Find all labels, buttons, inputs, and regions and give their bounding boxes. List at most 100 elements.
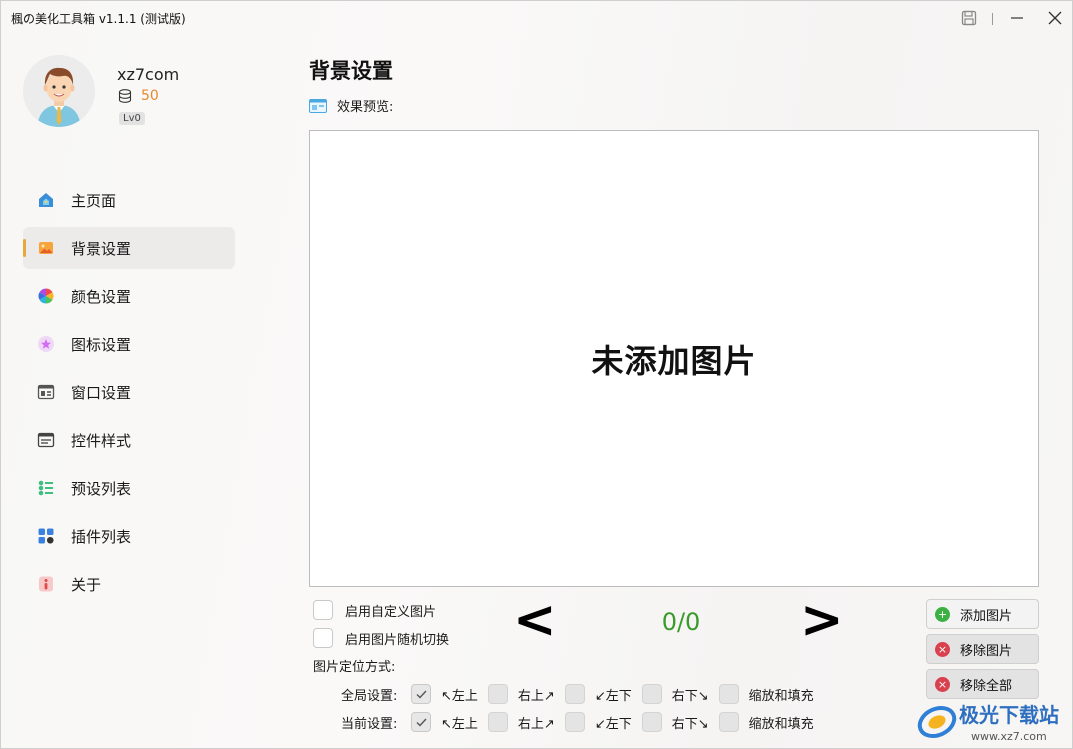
image-counter: 0/0 [661, 608, 701, 636]
plugins-icon [37, 527, 55, 545]
current-top-left-label: ↖左上 [441, 716, 478, 732]
controls-icon [37, 431, 55, 449]
window-title: 楓の美化工具箱 v1.1.1 (测试版) [11, 12, 186, 26]
global-position-row: 全局设置: ↖左上 右上↗ ↙左下 右下↘ 缩放和填充 [341, 684, 824, 704]
sidebar-item-presets[interactable]: 预设列表 [23, 467, 235, 509]
plus-circle-icon: + [935, 606, 950, 622]
sidebar-item-controls[interactable]: 控件样式 [23, 419, 235, 461]
sidebar-item-label: 控件样式 [71, 431, 132, 450]
window-icon [37, 383, 55, 401]
prev-image-button[interactable]: < [513, 594, 557, 646]
sidebar-item-plugins[interactable]: 插件列表 [23, 515, 235, 557]
coin-value: 50 [141, 88, 159, 104]
x-circle-icon: × [935, 676, 950, 692]
save-button[interactable] [949, 1, 989, 35]
current-bottom-left-checkbox[interactable] [564, 712, 585, 732]
watermark-logo: 极光下载站 www.xz7.com [913, 696, 1072, 748]
page-title: 背景设置 [309, 59, 393, 83]
sidebar-item-label: 窗口设置 [71, 383, 132, 402]
sidebar-item-label: 插件列表 [71, 527, 132, 546]
current-bottom-right-label: 右下↘ [671, 716, 709, 732]
title-bar: 楓の美化工具箱 v1.1.1 (测试版) [1, 1, 1072, 35]
coin-stack-icon [118, 89, 132, 103]
preview-label: 效果预览: [309, 96, 393, 115]
remove-image-label: 移除图片 [960, 643, 1013, 659]
sidebar-item-colors[interactable]: 颜色设置 [23, 275, 235, 317]
minimize-button[interactable] [997, 1, 1037, 35]
sidebar-item-about[interactable]: 关于 [23, 563, 235, 605]
x-circle-icon: × [935, 641, 950, 657]
global-fill-checkbox[interactable] [718, 684, 739, 704]
global-bottom-right-checkbox[interactable] [641, 684, 662, 704]
global-top-left-option[interactable]: ↖左上 [411, 684, 478, 704]
current-top-right-label: 右上↗ [517, 716, 555, 732]
sidebar-item-icons[interactable]: 图标设置 [23, 323, 235, 365]
global-top-left-checkbox[interactable] [411, 684, 431, 704]
image-icon [37, 239, 55, 257]
coin-balance: 50 [117, 88, 159, 104]
preview-window-icon [309, 98, 327, 113]
current-top-right-checkbox[interactable] [487, 712, 508, 732]
sidebar-item-label: 关于 [71, 575, 102, 594]
current-top-right-option[interactable]: 右上↗ [487, 712, 555, 732]
current-top-left-checkbox[interactable] [411, 712, 431, 732]
current-position-label: 当前设置: [341, 716, 398, 732]
home-icon [37, 191, 55, 209]
enable-custom-image-checkbox[interactable] [313, 600, 333, 620]
enable-custom-image-option[interactable]: 启用自定义图片 [313, 600, 436, 620]
remove-all-label: 移除全部 [960, 678, 1013, 694]
preview-label-text: 效果预览: [337, 100, 394, 115]
sidebar-item-window[interactable]: 窗口设置 [23, 371, 235, 413]
global-top-right-option[interactable]: 右上↗ [487, 684, 555, 704]
close-button[interactable] [1035, 1, 1072, 35]
sidebar-item-home[interactable]: 主页面 [23, 179, 235, 221]
global-bottom-left-label: ↙左下 [594, 688, 632, 704]
current-bottom-left-option[interactable]: ↙左下 [564, 712, 632, 732]
sidebar-item-background[interactable]: 背景设置 [23, 227, 235, 269]
global-bottom-left-option[interactable]: ↙左下 [564, 684, 632, 704]
remove-image-button[interactable]: × 移除图片 [926, 634, 1039, 664]
global-top-right-label: 右上↗ [517, 688, 555, 704]
current-fill-checkbox[interactable] [718, 712, 739, 732]
next-image-button[interactable]: > [800, 594, 844, 646]
sidebar-item-label: 预设列表 [71, 479, 132, 498]
star-icon [37, 335, 55, 353]
global-top-left-label: ↖左上 [441, 688, 478, 704]
enable-random-switch-option[interactable]: 启用图片随机切换 [313, 628, 449, 648]
checkmark-icon [416, 690, 427, 699]
sidebar-item-label: 背景设置 [71, 239, 132, 258]
global-top-right-checkbox[interactable] [487, 684, 508, 704]
level-badge: Lv0 [119, 112, 145, 125]
global-fill-option[interactable]: 缩放和填充 [718, 684, 814, 704]
current-bottom-right-option[interactable]: 右下↘ [641, 712, 709, 732]
save-icon [961, 10, 977, 26]
current-bottom-right-checkbox[interactable] [641, 712, 662, 732]
sidebar-item-label: 颜色设置 [71, 287, 132, 306]
add-image-label: 添加图片 [960, 608, 1013, 624]
add-image-button[interactable]: + 添加图片 [926, 599, 1039, 629]
watermark-text: 极光下载站 [959, 703, 1059, 727]
enable-random-switch-checkbox[interactable] [313, 628, 333, 648]
global-bottom-right-label: 右下↘ [671, 688, 709, 704]
global-bottom-left-checkbox[interactable] [564, 684, 585, 704]
watermark-url: www.xz7.com [971, 730, 1047, 743]
username: xz7com [117, 65, 180, 84]
avatar-person-icon [23, 55, 95, 127]
close-icon [1048, 11, 1062, 25]
avatar[interactable] [23, 55, 95, 127]
app-window: 楓の美化工具箱 v1.1.1 (测试版) xz7com 50 Lv0 主页面 背… [0, 0, 1073, 749]
global-position-label: 全局设置: [341, 688, 398, 704]
color-wheel-icon [37, 287, 55, 305]
current-fill-option[interactable]: 缩放和填充 [718, 712, 814, 732]
sidebar-item-label: 主页面 [71, 191, 117, 210]
current-position-row: 当前设置: ↖左上 右上↗ ↙左下 右下↘ 缩放和填充 [341, 712, 824, 732]
current-fill-label: 缩放和填充 [748, 716, 814, 732]
global-bottom-right-option[interactable]: 右下↘ [641, 684, 709, 704]
remove-all-button[interactable]: × 移除全部 [926, 669, 1039, 699]
sidebar-item-label: 图标设置 [71, 335, 132, 354]
empty-preview-text: 未添加图片 [591, 341, 757, 380]
info-icon [37, 575, 55, 593]
current-top-left-option[interactable]: ↖左上 [411, 712, 478, 732]
current-bottom-left-label: ↙左下 [594, 716, 632, 732]
preview-area: 未添加图片 [309, 130, 1039, 587]
